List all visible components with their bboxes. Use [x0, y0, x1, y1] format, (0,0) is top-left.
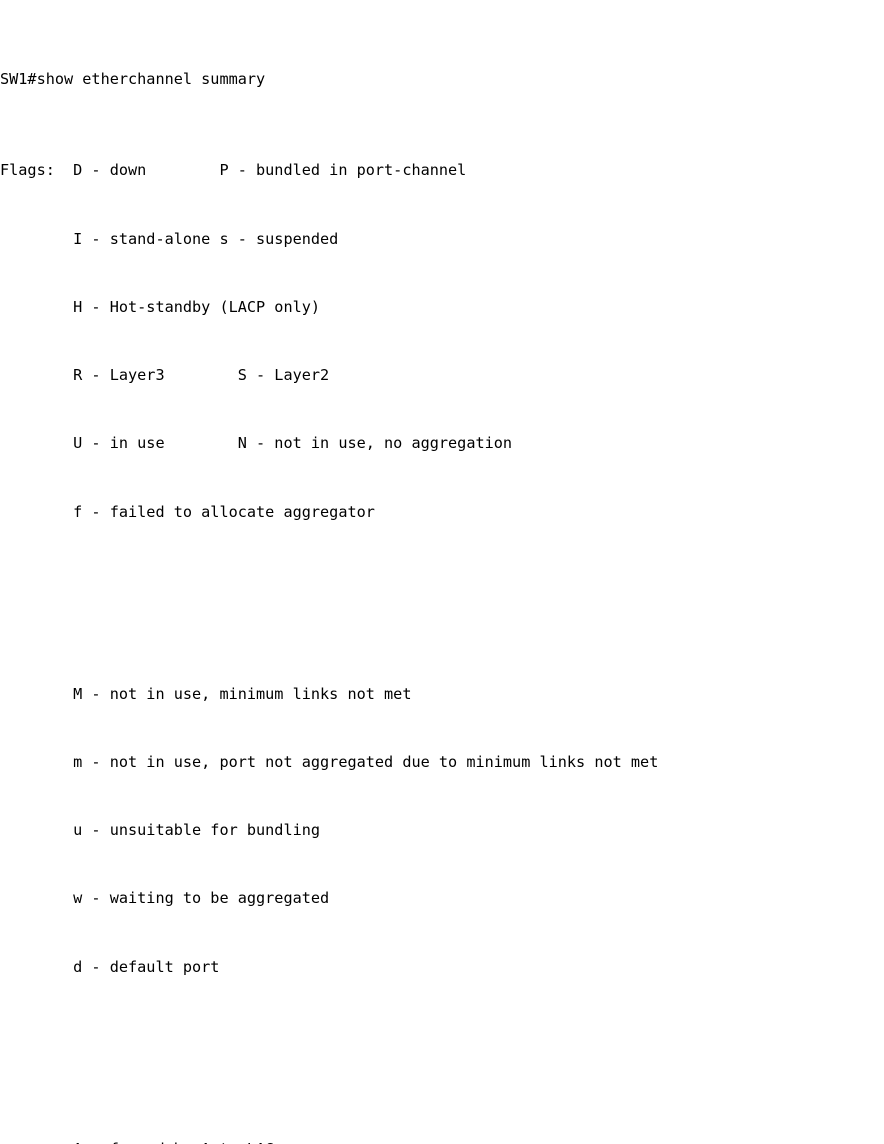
flags-legend-line-3: H - Hot-standby (LACP only)	[0, 296, 884, 319]
flags-legend-line-4: R - Layer3 S - Layer2	[0, 364, 884, 387]
flags-legend-line-12: A - formed by Auto LAG	[0, 1138, 884, 1144]
terminal-window[interactable]: SW1#show etherchannel summary Flags: D -…	[0, 0, 884, 572]
command-line: SW1#show etherchannel summary	[0, 68, 884, 91]
flags-legend-line-1: Flags: D - down P - bundled in port-chan…	[0, 159, 884, 182]
flags-legend-line-6: f - failed to allocate aggregator	[0, 501, 884, 524]
flags-legend-line-9: u - unsuitable for bundling	[0, 819, 884, 842]
flags-legend-line-5: U - in use N - not in use, no aggregatio…	[0, 432, 884, 455]
flags-legend-line-2: I - stand-alone s - suspended	[0, 228, 884, 251]
flags-legend-line-7: M - not in use, minimum links not met	[0, 683, 884, 706]
blank-line-1	[0, 592, 884, 615]
terminal-screen[interactable]: SW1#show etherchannel summary Flags: D -…	[0, 0, 884, 1144]
flags-legend-line-11: d - default port	[0, 956, 884, 979]
flags-legend-line-10: w - waiting to be aggregated	[0, 887, 884, 910]
blank-line-2	[0, 1047, 884, 1070]
flags-legend-line-8: m - not in use, port not aggregated due …	[0, 751, 884, 774]
